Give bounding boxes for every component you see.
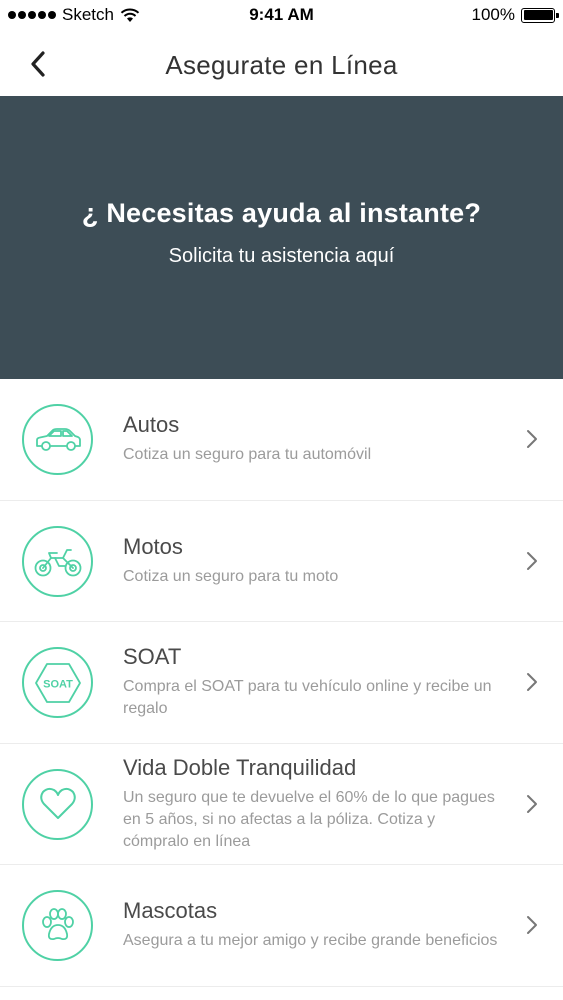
- assistance-banner[interactable]: ¿ Necesitas ayuda al instante? Solicita …: [0, 96, 563, 379]
- soat-badge-icon: SOAT: [22, 647, 93, 718]
- item-title: Motos: [123, 533, 183, 559]
- list-item-autos[interactable]: Autos Cotiza un seguro para tu automóvil: [0, 379, 563, 501]
- chevron-right-icon: [527, 794, 537, 813]
- status-bar: Sketch 9:41 AM 100%: [0, 0, 563, 34]
- banner-subtitle: Solicita tu asistencia aquí: [168, 244, 395, 267]
- item-title: Vida Doble Tranquilidad: [123, 754, 357, 780]
- page-title: Asegurate en Línea: [165, 50, 398, 80]
- paw-icon: [22, 890, 93, 961]
- list-item-soat[interactable]: SOAT SOAT Compra el SOAT para tu vehícul…: [0, 622, 563, 744]
- chevron-right-icon: [527, 430, 537, 449]
- chevron-right-icon: [527, 551, 537, 570]
- list-item-vida[interactable]: Vida Doble Tranquilidad Un seguro que te…: [0, 744, 563, 865]
- list-item-mascotas[interactable]: Mascotas Asegura a tu mejor amigo y reci…: [0, 865, 563, 987]
- insurance-list: Autos Cotiza un seguro para tu automóvil…: [0, 379, 563, 987]
- list-item-motos[interactable]: Motos Cotiza un seguro para tu moto: [0, 501, 563, 622]
- svg-text:SOAT: SOAT: [43, 678, 73, 690]
- item-title: SOAT: [123, 644, 182, 670]
- car-icon: [22, 404, 93, 475]
- chevron-right-icon: [527, 916, 537, 935]
- battery-percent: 100%: [471, 5, 515, 24]
- chevron-right-icon: [527, 673, 537, 692]
- heart-icon: [22, 768, 93, 840]
- item-desc: Compra el SOAT para tu vehículo online y…: [123, 678, 492, 718]
- item-desc: Cotiza un seguro para tu moto: [123, 567, 339, 585]
- item-desc: Un seguro que te devuelve el 60% de lo q…: [123, 788, 495, 850]
- item-desc: Asegura a tu mejor amigo y recibe grande…: [123, 932, 498, 950]
- status-right: 100%: [471, 5, 559, 25]
- item-title: Mascotas: [123, 898, 218, 924]
- banner-title: ¿ Necesitas ayuda al instante?: [81, 197, 482, 228]
- item-desc: Cotiza un seguro para tu automóvil: [123, 446, 372, 464]
- battery-icon: [521, 7, 559, 23]
- nav-bar: Asegurate en Línea: [0, 34, 563, 96]
- motorcycle-icon: [22, 525, 93, 597]
- item-title: Autos: [123, 412, 180, 438]
